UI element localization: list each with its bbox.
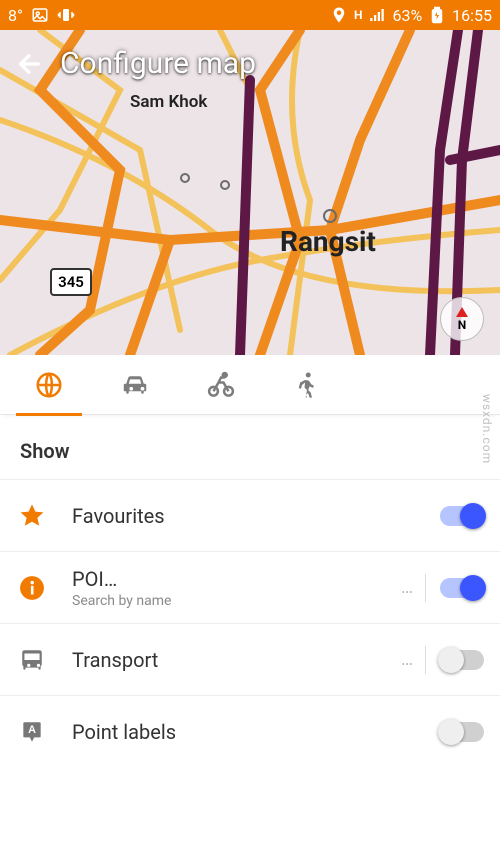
map-label-samkhok: Sam Khok [130,92,207,112]
vibrate-icon [57,6,75,24]
row-labels-text: Point labels [72,720,440,744]
header-bar: Configure map [16,46,256,81]
row-poi[interactable]: POI… Search by name … [0,551,500,623]
bus-icon [16,644,48,676]
label-pin-icon: A [16,716,48,748]
row-transport[interactable]: Transport … [0,623,500,695]
divider [425,646,426,674]
section-title-show: Show [0,415,500,479]
switch-poi[interactable] [440,578,484,598]
row-poi-text: POI… Search by name [72,567,401,609]
globe-icon [34,370,64,400]
tab-bicycle[interactable] [180,355,262,415]
network-type: H [354,8,362,22]
row-poi-subtitle: Search by name [72,593,401,609]
map-label-rangsit: Rangsit [280,225,376,258]
row-poi-title: POI… [72,567,401,591]
row-transport-more[interactable]: … [401,649,415,670]
switch-favourites[interactable] [440,506,484,526]
picture-icon [31,6,49,24]
row-transport-title: Transport [72,648,401,672]
watermark: wsxdn.com [480,393,494,463]
battery-charging-icon [428,6,446,24]
bicycle-icon [206,370,236,400]
row-favourites[interactable]: Favourites [0,479,500,551]
divider [425,574,426,602]
signal-icon [368,6,386,24]
profile-tabs [0,355,500,415]
switch-point-labels[interactable] [440,722,484,742]
info-icon [16,572,48,604]
status-left: 8° [8,6,75,25]
switch-transport[interactable] [440,650,484,670]
map-preview[interactable]: Configure map Sam Khok Rangsit 345 N [0,30,500,355]
svg-text:A: A [28,724,36,736]
route-shield: 345 [50,268,92,296]
pedestrian-icon [292,370,322,400]
row-favourites-title: Favourites [72,504,440,528]
compass-label: N [458,318,466,332]
row-point-labels[interactable]: A Point labels [0,695,500,767]
row-favourites-text: Favourites [72,504,440,528]
tab-walk[interactable] [266,355,348,415]
star-icon [16,500,48,532]
page-title: Configure map [60,46,256,81]
status-bar: 8° H 63% 16:55 [0,0,500,30]
battery-pct: 63% [392,6,422,25]
location-icon [330,6,348,24]
tab-browse[interactable] [8,355,90,415]
status-time: 16:55 [452,6,492,25]
back-button[interactable] [16,50,44,78]
status-temp: 8° [8,6,23,25]
row-transport-text: Transport [72,648,401,672]
tab-car[interactable] [94,355,176,415]
row-poi-more[interactable]: … [401,577,415,598]
car-icon [120,370,150,400]
compass-button[interactable]: N [440,297,484,341]
row-labels-title: Point labels [72,720,440,744]
compass-needle-icon [456,307,468,317]
status-right: H 63% 16:55 [330,6,492,25]
